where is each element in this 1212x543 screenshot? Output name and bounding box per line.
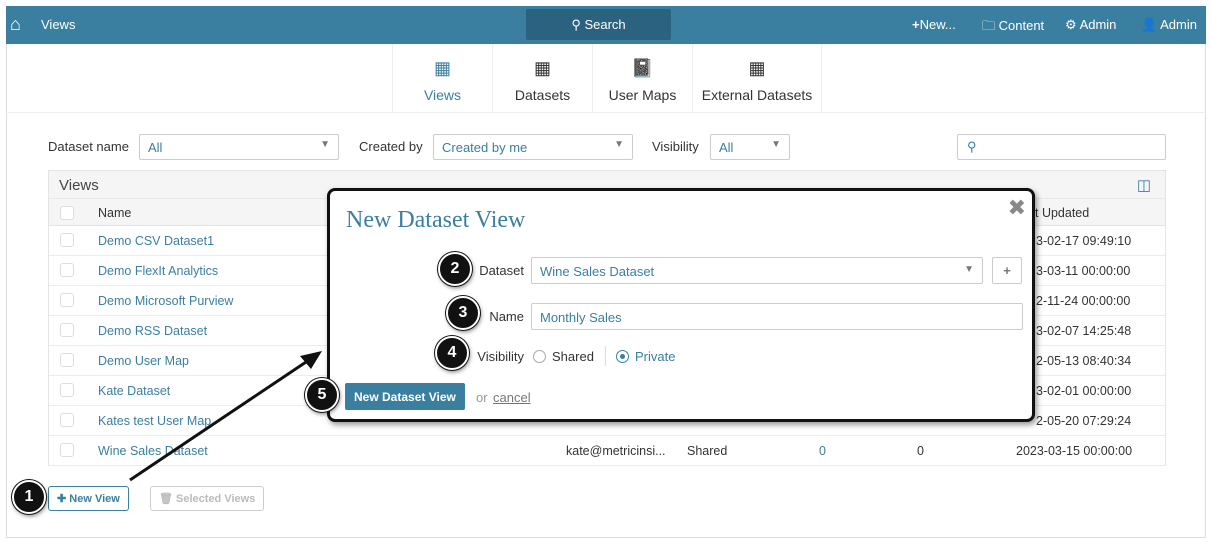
cancel-link[interactable]: cancel (493, 390, 531, 405)
add-dataset-button[interactable]: + (992, 257, 1022, 284)
visibility-private-radio[interactable]: Private (616, 349, 675, 364)
step-badge-3: 3 (446, 296, 480, 330)
or-text: or (476, 390, 488, 405)
new-dataset-view-dialog: New Dataset View ✖ Dataset Wine Sales Da… (327, 188, 1035, 422)
dataset-label: Dataset (479, 263, 524, 278)
chevron-down-icon: ▼ (964, 264, 974, 275)
step-badge-2: 2 (438, 252, 472, 286)
create-dataset-view-button[interactable]: New Dataset View (345, 383, 465, 410)
visibility-label: Visibility (477, 349, 524, 364)
step-badge-4: 4 (435, 336, 469, 370)
dataset-select[interactable]: Wine Sales Dataset ▼ (531, 257, 983, 284)
close-icon[interactable]: ✖ (1008, 195, 1026, 221)
visibility-shared-radio[interactable]: Shared (533, 349, 594, 364)
dialog-title: New Dataset View (346, 207, 526, 233)
step-badge-5: 5 (305, 378, 339, 412)
name-input[interactable]: Monthly Sales (531, 303, 1023, 330)
step-badge-1: 1 (12, 480, 46, 514)
